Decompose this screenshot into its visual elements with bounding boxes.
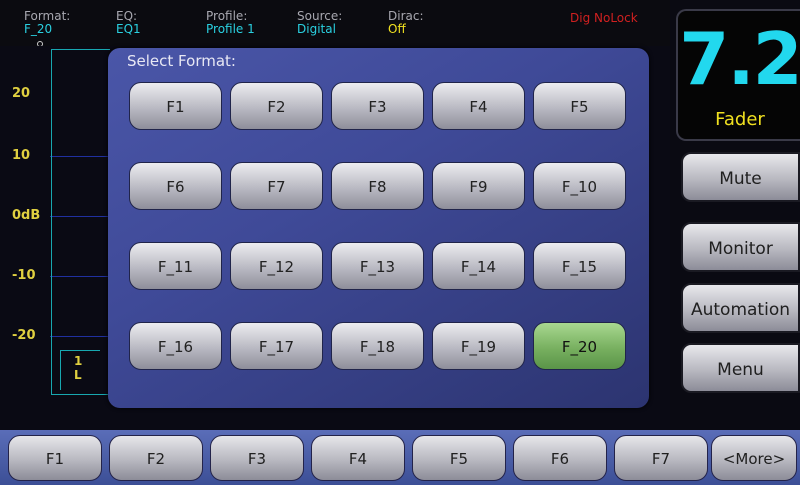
format-button[interactable]: F4	[432, 82, 525, 130]
scale-label: -10	[12, 268, 36, 283]
scale-label: 20	[12, 86, 31, 101]
format-button[interactable]: F_10	[533, 162, 626, 210]
channel-label: 1 L	[60, 350, 100, 390]
format-button[interactable]: F5	[533, 82, 626, 130]
lock-status: Dig NoLock	[570, 11, 638, 25]
status-bar: Format: F_20 EQ: EQ1 Profile: Profile 1 …	[0, 0, 670, 47]
format-button[interactable]: F1	[129, 82, 222, 130]
status-source[interactable]: Source: Digital	[297, 10, 342, 36]
function-key-f2[interactable]: F2	[109, 435, 203, 481]
format-button[interactable]: F9	[432, 162, 525, 210]
function-key-f4[interactable]: F4	[311, 435, 405, 481]
status-source-value: Digital	[297, 22, 336, 36]
format-button[interactable]: F3	[331, 82, 424, 130]
format-button[interactable]: F_12	[230, 242, 323, 290]
format-button-selected[interactable]: F_20	[533, 322, 626, 370]
dialog-title: Select Format:	[127, 52, 236, 70]
scale-label: 0dB	[12, 208, 41, 223]
menu-button[interactable]: Menu	[681, 343, 800, 393]
status-eq-value: EQ1	[116, 22, 141, 36]
format-button[interactable]: F6	[129, 162, 222, 210]
function-key-f3[interactable]: F3	[210, 435, 304, 481]
function-key-f7[interactable]: F7	[614, 435, 708, 481]
format-button[interactable]: F_18	[331, 322, 424, 370]
fader-display[interactable]: 7.2 Fader	[676, 9, 800, 141]
select-format-dialog: Select Format: F1 F2 F3 F4 F5 F6 F7 F8 F…	[108, 48, 649, 408]
meter-frame	[51, 49, 110, 395]
scale-label: -20	[12, 328, 36, 343]
status-dirac[interactable]: Dirac: Off	[388, 10, 424, 36]
channel-number: 1	[74, 354, 83, 368]
format-button[interactable]: F_14	[432, 242, 525, 290]
format-button[interactable]: F7	[230, 162, 323, 210]
format-button[interactable]: F_19	[432, 322, 525, 370]
status-dirac-value: Off	[388, 22, 406, 36]
function-key-f6[interactable]: F6	[513, 435, 607, 481]
format-button[interactable]: F_17	[230, 322, 323, 370]
status-eq[interactable]: EQ: EQ1	[116, 10, 141, 36]
status-profile-value: Profile 1	[206, 22, 255, 36]
mute-button[interactable]: Mute	[681, 152, 800, 202]
automation-button[interactable]: Automation	[681, 283, 800, 333]
fader-value: 7.2	[679, 17, 800, 101]
more-button[interactable]: <More>	[711, 435, 797, 481]
format-button[interactable]: F_13	[331, 242, 424, 290]
format-button[interactable]: F2	[230, 82, 323, 130]
status-profile[interactable]: Profile: Profile 1	[206, 10, 255, 36]
format-button[interactable]: F_11	[129, 242, 222, 290]
scale-label: 10	[12, 148, 31, 163]
function-key-f1[interactable]: F1	[8, 435, 102, 481]
status-format-value: F_20	[24, 22, 53, 36]
format-button[interactable]: F_15	[533, 242, 626, 290]
function-key-f5[interactable]: F5	[412, 435, 506, 481]
status-format[interactable]: Format: F_20	[24, 10, 70, 36]
fader-label: Fader	[715, 109, 765, 130]
monitor-button[interactable]: Monitor	[681, 222, 800, 272]
format-button[interactable]: F_16	[129, 322, 222, 370]
channel-name: L	[74, 368, 82, 382]
format-button[interactable]: F8	[331, 162, 424, 210]
